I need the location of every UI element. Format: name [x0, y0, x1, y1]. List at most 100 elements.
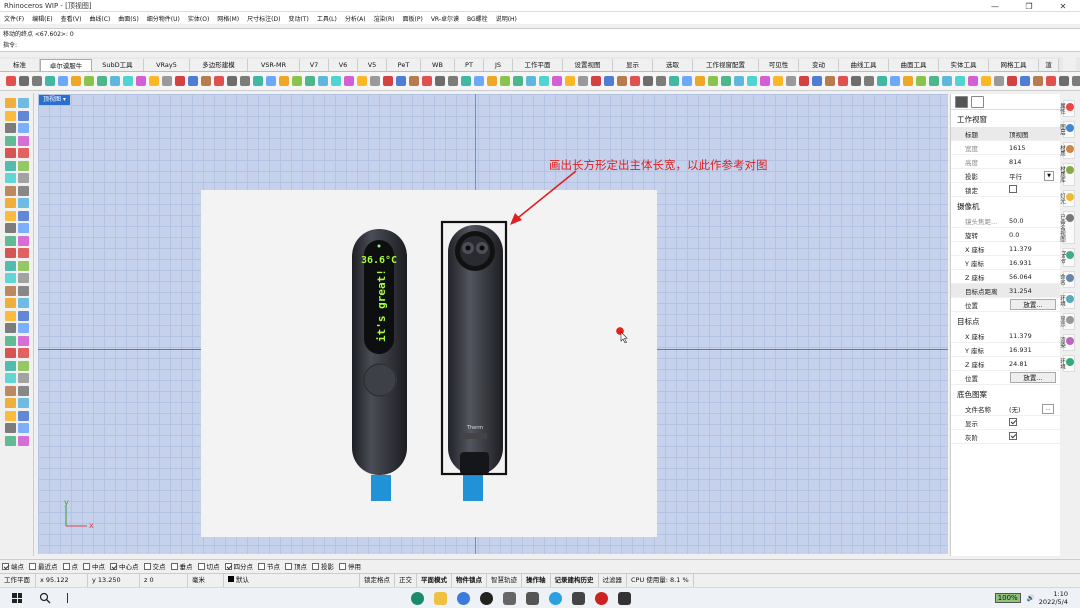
toolbar-tool-icon[interactable]: [291, 76, 302, 86]
toolbox-tool-icon[interactable]: [18, 98, 29, 108]
restore-button[interactable]: ❐: [1012, 0, 1046, 12]
toolbar-tool-icon[interactable]: [655, 76, 666, 86]
qq-icon[interactable]: [480, 591, 493, 605]
side-tab-lights[interactable]: 灯光: [1059, 189, 1075, 207]
toolbar-tool-icon[interactable]: [447, 76, 458, 86]
menu-bg[interactable]: BG螺栓: [463, 14, 492, 23]
toolbar-tool-icon[interactable]: [889, 76, 900, 86]
toolbar-tool-icon[interactable]: [174, 76, 185, 86]
status-layer[interactable]: 默认: [224, 573, 360, 587]
status-toggle[interactable]: 正交: [395, 573, 417, 587]
osnap-checkbox[interactable]: [29, 562, 36, 570]
toolbox-tool-icon[interactable]: [5, 98, 16, 108]
toolbar-tool-icon[interactable]: [44, 76, 55, 86]
osnap-item[interactable]: 中点: [83, 561, 105, 571]
camera-place-button[interactable]: 放置...: [1010, 299, 1056, 310]
toolbox-tool-icon[interactable]: [5, 248, 16, 258]
toolbar-tool-icon[interactable]: [252, 76, 263, 86]
toolbar-tool-icon[interactable]: [31, 76, 42, 86]
tab-solid-tools[interactable]: 实体工具: [939, 59, 989, 71]
status-toggle[interactable]: 过滤器: [599, 573, 627, 587]
lock-checkbox[interactable]: [1009, 184, 1017, 193]
toolbar-tool-icon[interactable]: [1019, 76, 1030, 86]
toolbar-tool-icon[interactable]: [577, 76, 588, 86]
toolbox-tool-icon[interactable]: [5, 348, 16, 358]
toolbar-tool-icon[interactable]: [96, 76, 107, 86]
toolbar-tool-icon[interactable]: [1006, 76, 1017, 86]
app-icon-5[interactable]: [503, 591, 516, 605]
toolbar-tool-icon[interactable]: [1032, 76, 1043, 86]
menu-mesh[interactable]: 网格(M): [213, 14, 243, 23]
search-icon[interactable]: [39, 592, 51, 604]
toolbar-tool-icon[interactable]: [603, 76, 614, 86]
toolbox-tool-icon[interactable]: [5, 373, 16, 383]
toolbox-tool-icon[interactable]: [18, 273, 29, 283]
target-place-button[interactable]: 放置...: [1010, 372, 1056, 383]
toolbar-tool-icon[interactable]: [161, 76, 172, 86]
toolbox-tool-icon[interactable]: [18, 210, 29, 221]
tab-wb[interactable]: WB: [421, 59, 455, 71]
menu-transform[interactable]: 变动(T): [284, 14, 312, 23]
side-tab-layers[interactable]: 图层: [1059, 121, 1075, 138]
osnap-checkbox[interactable]: [258, 562, 265, 570]
toolbar-tool-icon[interactable]: [876, 76, 887, 86]
toolbar-tool-icon[interactable]: [980, 76, 991, 86]
toolbar-tool-icon[interactable]: [499, 76, 510, 86]
side-tab-environment[interactable]: 环境: [1059, 291, 1075, 309]
toolbar-tool-icon[interactable]: [135, 76, 146, 86]
tab-setview[interactable]: 设置视图: [563, 59, 613, 71]
toolbar-tool-icon[interactable]: [200, 76, 211, 86]
toolbox-tool-icon[interactable]: [5, 260, 16, 271]
toolbar-tool-icon[interactable]: [746, 76, 757, 86]
clock[interactable]: 1:10 2022/5/4: [1039, 590, 1068, 606]
toolbar-tool-icon[interactable]: [616, 76, 627, 86]
toolbox-tool-icon[interactable]: [18, 248, 29, 258]
toolbar-tool-icon[interactable]: [239, 76, 250, 86]
toolbar-tool-icon[interactable]: [564, 76, 575, 86]
osnap-item[interactable]: 四分点: [224, 561, 253, 571]
toolbar-tool-icon[interactable]: [928, 76, 939, 86]
toolbar-tool-icon[interactable]: [551, 76, 562, 86]
toolbar-tool-icon[interactable]: [356, 76, 367, 86]
toolbox-tool-icon[interactable]: [18, 148, 29, 158]
toolbox-tool-icon[interactable]: [18, 185, 29, 196]
osnap-item[interactable]: 停用: [339, 561, 361, 571]
osnap-checkbox[interactable]: [339, 562, 346, 570]
osnap-checkbox[interactable]: [62, 562, 70, 570]
status-toggle[interactable]: 锁定格点: [360, 573, 395, 587]
side-tab-properties[interactable]: 属性: [1059, 100, 1075, 117]
toolbar-tool-icon[interactable]: [122, 76, 133, 86]
tab-display[interactable]: 显示: [613, 59, 653, 71]
toolbar-tool-icon[interactable]: [785, 76, 796, 86]
toolbox-tool-icon[interactable]: [5, 335, 16, 346]
tab-poly[interactable]: 多边形建模: [190, 59, 248, 71]
toolbox-tool-icon[interactable]: [5, 160, 16, 171]
toolbox-tool-icon[interactable]: [5, 110, 16, 121]
toolbox-tool-icon[interactable]: [5, 285, 16, 296]
toolbox-tool-icon[interactable]: [18, 285, 29, 296]
toolbox-tool-icon[interactable]: [18, 385, 29, 396]
toolbar-tool-icon[interactable]: [512, 76, 523, 86]
osnap-checkbox[interactable]: [2, 562, 9, 570]
windows-start-icon[interactable]: [12, 593, 22, 603]
toolbox-tool-icon[interactable]: [18, 298, 29, 308]
toolbar-tool-icon[interactable]: [681, 76, 692, 86]
tab-zhuoermu[interactable]: 卓尔谟服牛: [40, 59, 92, 71]
side-tab-named[interactable]: 命名: [1059, 270, 1075, 288]
viewport-props-icon[interactable]: [971, 95, 984, 108]
toolbox-tool-icon[interactable]: [18, 323, 29, 333]
toolbar-tool-icon[interactable]: [213, 76, 224, 86]
toolbar-tool-icon[interactable]: [395, 76, 406, 86]
toolbar-tool-icon[interactable]: [941, 76, 952, 86]
toolbar-tool-icon[interactable]: [642, 76, 653, 86]
toolbox-tool-icon[interactable]: [18, 123, 29, 133]
toolbar-tool-icon[interactable]: [343, 76, 354, 86]
menu-file[interactable]: 文件(F): [0, 14, 28, 23]
command-prompt[interactable]: 指令:: [0, 40, 1080, 51]
side-tab-material[interactable]: 材质: [1059, 142, 1075, 159]
toolbar-tool-icon[interactable]: [408, 76, 419, 86]
side-tab-environment-2[interactable]: 环境: [1059, 354, 1075, 372]
toolbox-tool-icon[interactable]: [5, 385, 16, 396]
toolbar-tool-icon[interactable]: [694, 76, 705, 86]
toolbar-tool-icon[interactable]: [187, 76, 198, 86]
